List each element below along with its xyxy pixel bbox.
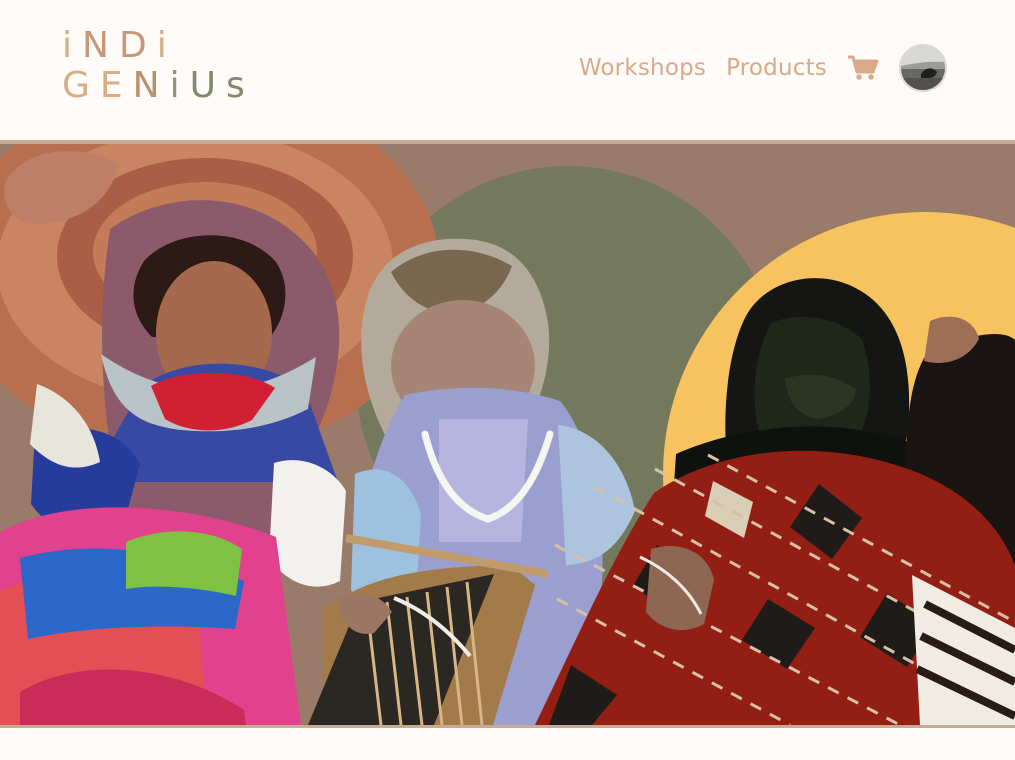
logo-letter: N xyxy=(132,65,170,106)
nav-products-link[interactable]: Products xyxy=(726,55,827,81)
logo-letter: G xyxy=(62,65,100,106)
logo-letter: U xyxy=(189,65,226,106)
artisan-collage-image xyxy=(0,144,1015,725)
logo-line-2: GENiUs xyxy=(62,66,255,106)
logo-letter: s xyxy=(225,65,255,106)
cart-icon[interactable] xyxy=(847,54,879,82)
logo-letter: N xyxy=(82,25,119,66)
logo-letter: i xyxy=(169,65,190,106)
main-nav: Workshops Products xyxy=(579,43,947,93)
hero-collage xyxy=(0,140,1015,728)
logo-line-1: iNDi xyxy=(62,26,255,66)
site-header: iNDi GENiUs Workshops Products xyxy=(0,0,1015,140)
logo-letter: D xyxy=(118,25,157,66)
brand-logo[interactable]: iNDi GENiUs xyxy=(62,26,255,106)
page-bottom-space xyxy=(0,728,1015,760)
nav-workshops-link[interactable]: Workshops xyxy=(579,55,706,81)
logo-letter: E xyxy=(99,65,133,106)
logo-letter: i xyxy=(62,25,83,66)
logo-letter: i xyxy=(156,25,177,66)
avatar[interactable] xyxy=(899,44,947,92)
